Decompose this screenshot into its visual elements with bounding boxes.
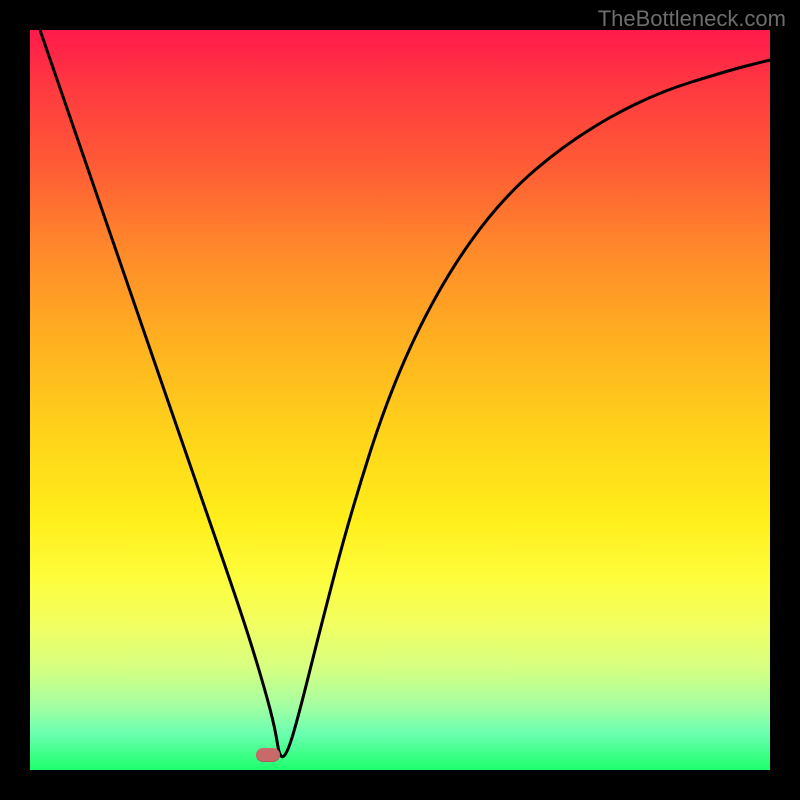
watermark-text: TheBottleneck.com — [598, 6, 786, 32]
chart-frame: TheBottleneck.com — [0, 0, 800, 800]
curve-path — [40, 30, 770, 757]
plot-area — [30, 30, 770, 770]
bottleneck-curve — [30, 30, 770, 770]
minimum-marker — [256, 748, 280, 762]
